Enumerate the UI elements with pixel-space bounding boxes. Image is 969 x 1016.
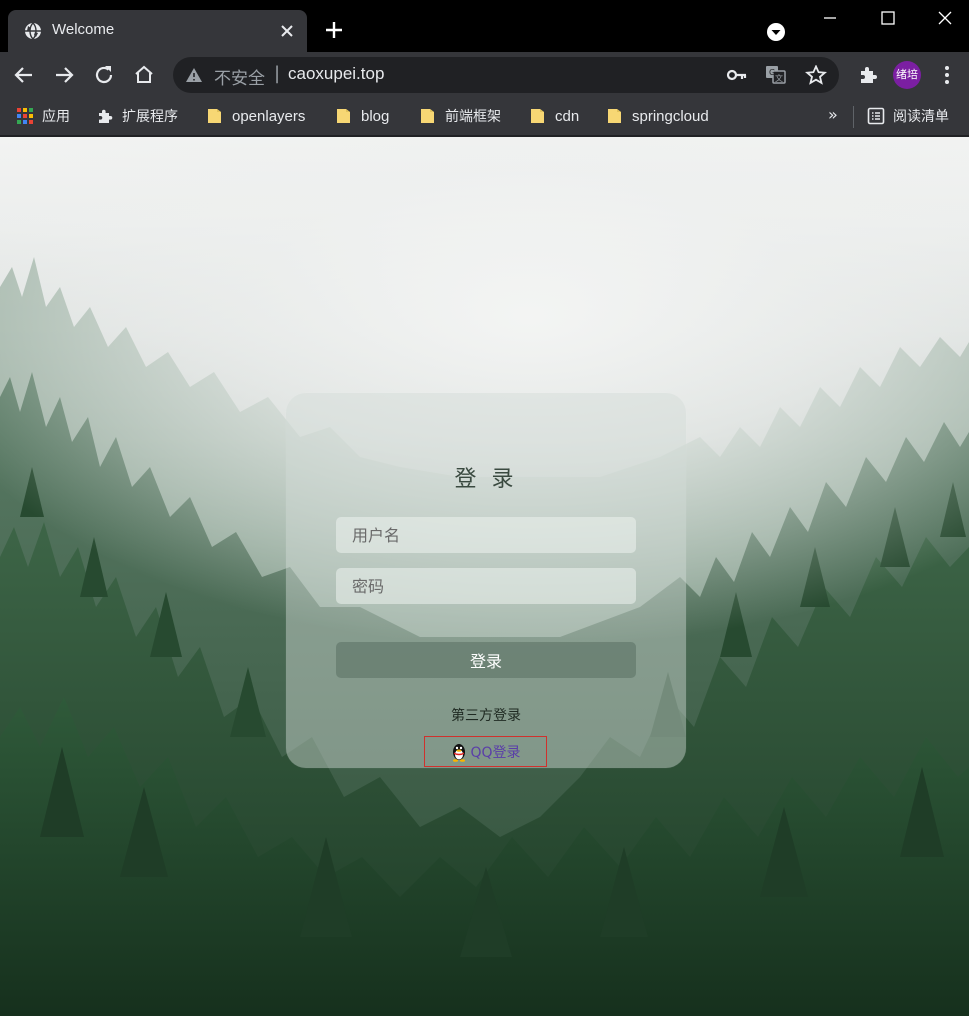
folder-icon xyxy=(208,109,221,123)
bookmark-label: 应用 xyxy=(42,109,70,125)
tab-search-icon[interactable] xyxy=(766,22,786,42)
login-button[interactable]: 登录 xyxy=(336,642,636,678)
maximize-icon[interactable] xyxy=(870,6,906,30)
username-input[interactable] xyxy=(336,517,636,553)
close-tab-icon[interactable] xyxy=(279,23,295,39)
reading-list-label: 阅读清单 xyxy=(893,109,949,125)
globe-icon xyxy=(25,22,41,40)
bookmark-extensions[interactable]: 扩展程序 xyxy=(96,104,178,128)
bookmark-folder-openlayers[interactable]: openlayers xyxy=(206,104,305,128)
bookmark-folder-frontend[interactable]: 前端框架 xyxy=(419,104,501,128)
minimize-icon[interactable] xyxy=(812,6,848,30)
bookmark-folder-cdn[interactable]: cdn xyxy=(529,104,579,128)
address-bar[interactable]: 不安全 | caoxupei.top G 文 xyxy=(173,57,839,93)
home-icon[interactable] xyxy=(132,63,156,87)
password-input[interactable] xyxy=(336,568,636,604)
folder-icon xyxy=(608,109,621,123)
forward-icon[interactable] xyxy=(52,63,76,87)
qq-login-link[interactable]: QQ登录 xyxy=(424,736,547,767)
qq-login-label: QQ登录 xyxy=(470,744,521,761)
svg-text:文: 文 xyxy=(775,73,783,83)
folder-icon xyxy=(337,109,350,123)
insecure-label[interactable]: 不安全 xyxy=(214,64,265,89)
browser-toolbar: 不安全 | caoxupei.top G 文 绪培 xyxy=(0,52,969,98)
bookmark-label: 扩展程序 xyxy=(122,109,178,125)
folder-icon xyxy=(531,109,544,123)
warning-icon[interactable] xyxy=(185,67,203,83)
bookmark-label: blog xyxy=(361,107,390,125)
menu-kebab-icon[interactable] xyxy=(935,63,959,87)
puzzle-icon xyxy=(99,109,113,123)
bookmarks-divider xyxy=(853,106,854,128)
reload-icon[interactable] xyxy=(92,63,116,87)
reading-list-icon xyxy=(867,107,885,125)
omnibox-separator: | xyxy=(274,63,281,84)
extensions-icon[interactable] xyxy=(856,63,880,87)
login-title: 登 录 xyxy=(454,467,518,492)
bookmarks-overflow-button[interactable]: » xyxy=(828,105,838,124)
bookmark-apps[interactable]: 应用 xyxy=(16,104,70,128)
qq-penguin-icon xyxy=(453,743,466,762)
login-card: 登 录 登录 第三方登录 QQ登录 xyxy=(286,393,686,768)
reading-list-button[interactable]: 阅读清单 xyxy=(867,104,949,128)
url-text[interactable]: caoxupei.top xyxy=(288,64,384,84)
third-party-login-label: 第三方登录 xyxy=(451,708,521,724)
bookmark-folder-springcloud[interactable]: springcloud xyxy=(606,104,709,128)
tab-title: Welcome xyxy=(52,21,115,38)
apps-grid-icon xyxy=(17,108,33,124)
bookmark-label: springcloud xyxy=(632,107,709,125)
tab-strip: Welcome xyxy=(0,0,969,52)
bookmark-label: cdn xyxy=(555,107,580,125)
page-viewport: 登 录 登录 第三方登录 QQ登录 xyxy=(0,137,969,1016)
bookmark-folder-blog[interactable]: blog xyxy=(335,104,389,128)
profile-avatar[interactable]: 绪培 xyxy=(893,61,921,89)
bookmark-label: openlayers xyxy=(232,107,306,125)
back-icon[interactable] xyxy=(12,63,36,87)
bookmark-star-icon[interactable] xyxy=(805,65,827,85)
bookmark-label: 前端框架 xyxy=(445,109,501,125)
window-close-icon[interactable] xyxy=(927,6,963,30)
key-icon[interactable] xyxy=(726,65,748,85)
tab-welcome[interactable]: Welcome xyxy=(8,10,307,52)
folder-icon xyxy=(421,109,434,123)
new-tab-icon[interactable] xyxy=(324,20,344,40)
bookmarks-bar: 应用 扩展程序 openlayers blog 前端框架 cdn springc… xyxy=(0,98,969,136)
translate-icon[interactable]: G 文 xyxy=(765,65,787,85)
